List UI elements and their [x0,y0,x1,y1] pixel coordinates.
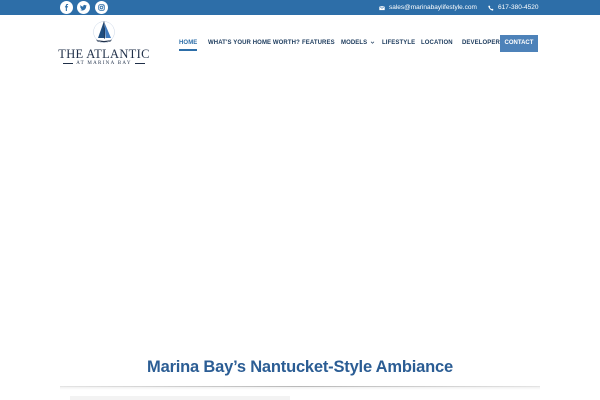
nav-lifestyle[interactable]: LIFESTYLE [382,35,415,52]
sailboat-logo-icon [93,20,115,43]
facebook-icon[interactable] [60,1,73,14]
phone-link[interactable]: 617-380-4520 [488,2,538,13]
nav-home-worth[interactable]: WHAT'S YOUR HOME WORTH? [208,35,300,52]
chevron-down-icon [370,41,375,44]
nav-developer[interactable]: DEVELOPER [462,35,500,52]
logo-title: THE ATLANTIC [58,47,150,61]
top-bar: sales@marinabaylifestyle.com 617-380-452… [0,0,600,15]
twitter-icon[interactable] [77,1,90,14]
hero-headline: Marina Bay’s Nantucket-Style Ambiance [147,358,453,376]
site-logo[interactable]: THE ATLANTIC AT MARINA BAY [58,20,150,70]
logo-subtitle: AT MARINA BAY [58,61,150,66]
phone-icon [488,4,494,11]
nav-models[interactable]: MODELS [341,35,375,52]
nav-models-label: MODELS [341,40,368,46]
contact-button[interactable]: CONTACT [500,35,538,52]
nav-location[interactable]: LOCATION [421,35,453,52]
phone-text: 617-380-4520 [498,4,539,11]
envelope-icon [379,5,385,10]
nav-active-indicator [179,49,197,51]
email-text: sales@marinabaylifestyle.com [389,4,477,11]
content-preview [70,396,290,400]
divider-shadow [60,387,540,390]
instagram-icon[interactable] [95,1,108,14]
nav-features[interactable]: FEATURES [302,35,335,52]
email-link[interactable]: sales@marinabaylifestyle.com [379,2,477,13]
